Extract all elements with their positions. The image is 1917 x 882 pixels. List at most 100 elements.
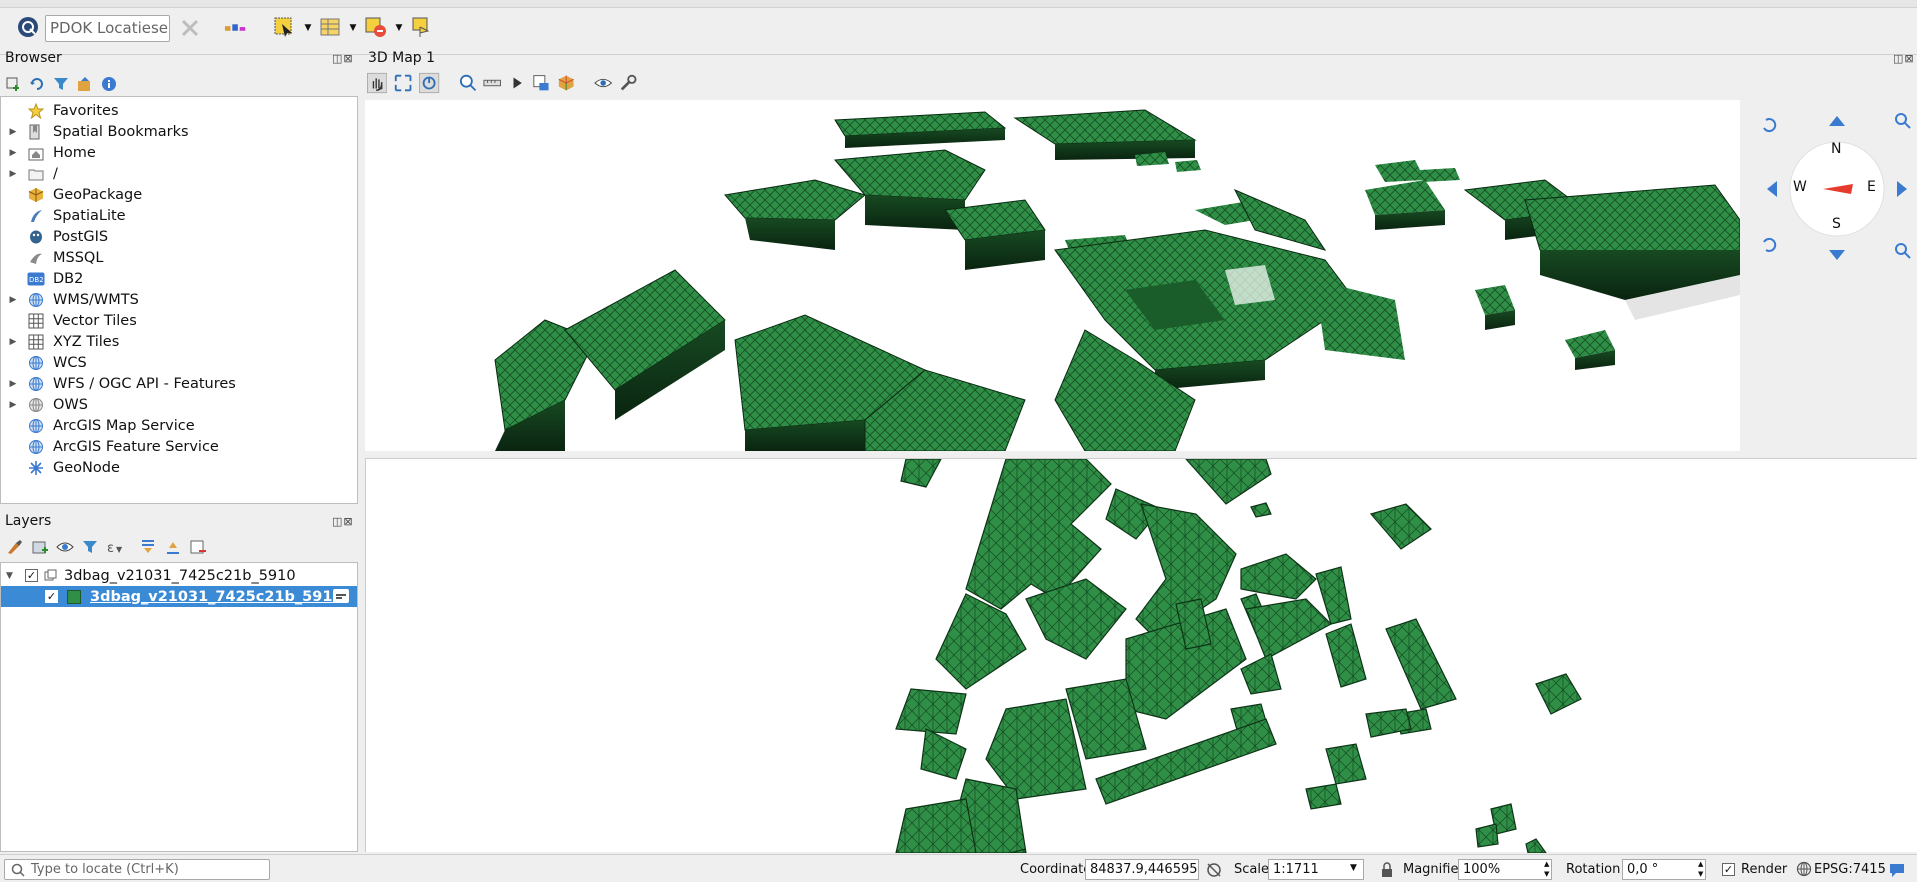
rotation-spinner-icon[interactable]: ▲ ▼ (1698, 859, 1703, 879)
map2d-canvas[interactable] (365, 458, 1917, 860)
rotate-right-icon[interactable] (1763, 237, 1777, 252)
info-icon[interactable] (101, 76, 117, 92)
browser-item[interactable]: WCS (1, 352, 357, 373)
clear-locator-icon[interactable] (178, 16, 202, 40)
browser-item[interactable]: ▶ XYZ Tiles (1, 331, 357, 352)
browser-item[interactable]: GeoPackage (1, 184, 357, 205)
plugin-icon[interactable] (224, 16, 248, 40)
browser-item[interactable]: ▶ WMS/WMTS (1, 289, 357, 310)
layer-visibility-checkbox[interactable]: ✓ (45, 590, 58, 603)
lock-icon[interactable] (1380, 861, 1394, 879)
zoom-full-icon[interactable] (393, 72, 413, 94)
scale-dropdown-icon[interactable]: ▼ (1350, 863, 1357, 873)
crs-globe-icon[interactable] (1796, 861, 1812, 877)
browser-item[interactable]: Favorites (1, 100, 357, 121)
rotate-left-icon[interactable] (1763, 118, 1777, 133)
identify-icon[interactable] (459, 73, 477, 93)
tilt-down-icon[interactable] (1829, 250, 1845, 260)
browser-item[interactable]: ▶ Home (1, 142, 357, 163)
render-checkbox[interactable]: ✓ (1722, 863, 1735, 876)
browser-item[interactable]: ArcGIS Feature Service (1, 436, 357, 457)
map3d-canvas[interactable] (365, 100, 1741, 452)
expand-arrow-icon[interactable]: ▶ (7, 148, 19, 158)
browser-item[interactable]: ▶ WFS / OGC API - Features (1, 373, 357, 394)
messages-icon[interactable] (1888, 861, 1906, 879)
wfs-icon (27, 375, 45, 393)
pdok-locator-input[interactable]: PDOK Locatiese... (45, 15, 170, 42)
zoom-in-icon[interactable] (1895, 113, 1911, 129)
play-animation-icon[interactable] (508, 73, 526, 93)
expand-arrow-icon[interactable]: ▶ (7, 400, 19, 410)
configure-icon[interactable] (619, 73, 637, 93)
layer-styling-icon[interactable] (6, 539, 24, 555)
expression-filter-icon[interactable]: ε ▼ (106, 539, 132, 555)
manage-visibility-icon[interactable] (56, 539, 74, 555)
add-selected-layers-icon[interactable] (5, 76, 21, 92)
map3d-float-buttons[interactable]: ◫⊠ (1893, 52, 1915, 65)
browser-item[interactable]: Vector Tiles (1, 310, 357, 331)
layer-group-row[interactable]: ▼ ✓ 3dbag_v21031_7425c21b_5910 (1, 565, 357, 586)
remove-layer-icon[interactable] (189, 539, 207, 555)
browser-item[interactable]: SpatiaLite (1, 205, 357, 226)
expand-arrow-icon[interactable]: ▶ (7, 169, 19, 179)
collapse-layers-icon[interactable] (164, 539, 182, 555)
magnifier-spinner-icon[interactable]: ▲ ▼ (1544, 859, 1549, 879)
camera-icon[interactable] (419, 72, 440, 94)
add-group-icon[interactable] (31, 539, 49, 555)
mssql-icon (27, 249, 45, 267)
pan-hand-icon[interactable] (367, 72, 388, 94)
expand-arrow-icon[interactable]: ▶ (7, 127, 19, 137)
tilt-up-icon[interactable] (1829, 116, 1845, 126)
browser-item-label: Home (53, 144, 96, 161)
browser-item-label: Vector Tiles (53, 312, 137, 329)
browser-item[interactable]: ▶ / (1, 163, 357, 184)
select-features-icon[interactable] (272, 15, 296, 39)
browser-item[interactable]: GeoNode (1, 457, 357, 478)
collapse-all-icon[interactable] (77, 76, 93, 92)
filter-icon[interactable] (53, 76, 69, 92)
expand-all-icon[interactable] (139, 539, 157, 555)
browser-item-label: WFS / OGC API - Features (53, 375, 236, 392)
pan-right-icon[interactable] (1897, 181, 1907, 197)
zoom-out-icon[interactable] (1895, 243, 1911, 259)
browser-panel-float-buttons[interactable]: ◫⊠ (332, 52, 354, 65)
select-dropdown-icon[interactable]: ▼ (296, 16, 320, 40)
browser-item[interactable]: MSSQL (1, 247, 357, 268)
layer-row-selected[interactable]: ✓ 3dbag_v21031_7425c21b_5910 (1, 586, 357, 607)
rotation-field[interactable]: 0,0 ° (1622, 859, 1706, 880)
deselect-icon[interactable] (364, 15, 388, 39)
browser-tree: Favorites ▶ Spatial Bookmarks ▶ Home ▶ / GeoPac… (0, 96, 358, 504)
browser-item[interactable]: DB2 DB2 (1, 268, 357, 289)
export-3d-icon[interactable] (557, 73, 575, 93)
save-image-icon[interactable] (532, 73, 550, 93)
browser-item[interactable]: ▶ Spatial Bookmarks (1, 121, 357, 142)
crs-label[interactable]: EPSG:7415 (1814, 862, 1886, 877)
refresh-icon[interactable] (29, 76, 45, 92)
browser-item[interactable]: PostGIS (1, 226, 357, 247)
magnifier-field[interactable]: 100% (1458, 859, 1552, 880)
attribute-table-icon[interactable] (318, 15, 342, 39)
expand-arrow-icon[interactable]: ▶ (7, 379, 19, 389)
view-options-icon[interactable] (594, 73, 613, 93)
group-visibility-checkbox[interactable]: ✓ (25, 569, 38, 582)
coordinate-extents-icon[interactable] (1205, 861, 1223, 879)
deselect-dropdown-icon[interactable]: ▼ (387, 16, 411, 40)
filter-legend-icon[interactable] (81, 539, 99, 555)
coordinate-field[interactable]: 84837.9,446595.5 (1085, 859, 1199, 880)
qgis-locator-icon[interactable] (16, 15, 40, 39)
browser-item[interactable]: ▶ OWS (1, 394, 357, 415)
pan-left-icon[interactable] (1767, 181, 1777, 197)
layers-panel-float-buttons[interactable]: ◫⊠ (332, 515, 354, 528)
locate-input[interactable]: Type to locate (Ctrl+K) (4, 859, 270, 880)
table-dropdown-icon[interactable]: ▼ (341, 16, 365, 40)
expand-arrow-icon[interactable]: ▶ (7, 337, 19, 347)
star-icon (27, 102, 45, 120)
compass-south-label: S (1832, 216, 1841, 232)
select-by-location-icon[interactable] (410, 15, 434, 39)
collapse-arrow-icon[interactable]: ▼ (6, 571, 18, 581)
measure-icon[interactable] (483, 73, 502, 93)
browser-item[interactable]: ArcGIS Map Service (1, 415, 357, 436)
layer-indicator-icon[interactable] (333, 589, 349, 603)
expand-arrow-icon[interactable]: ▶ (7, 295, 19, 305)
compass-east-label: E (1867, 179, 1876, 195)
